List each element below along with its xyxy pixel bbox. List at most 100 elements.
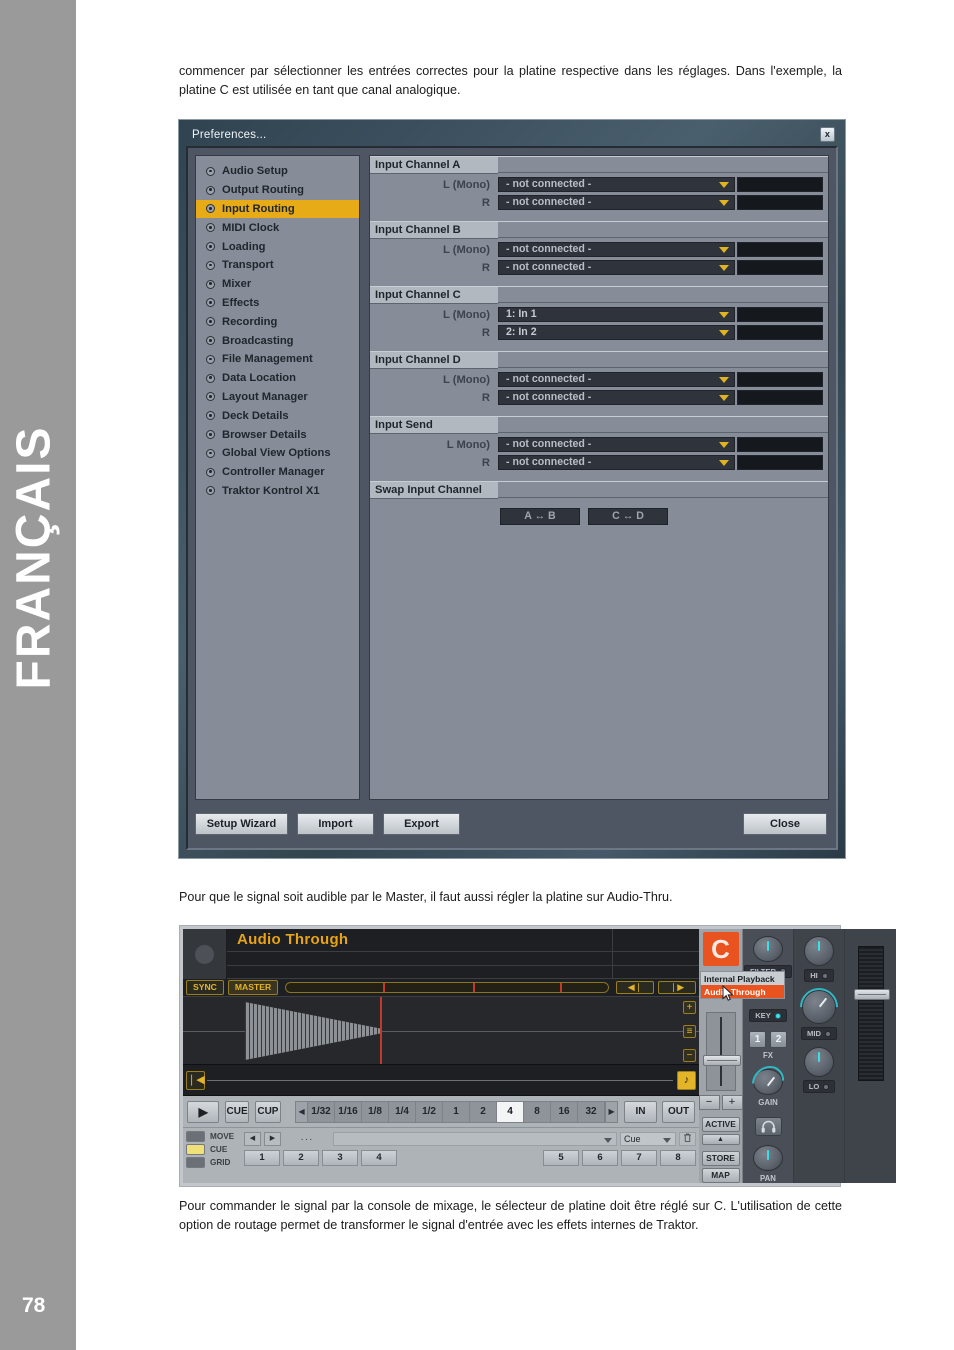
hotcue-prev-icon[interactable]: ◀: [244, 1132, 261, 1146]
hotcue-name-field[interactable]: [333, 1132, 617, 1146]
swap-cd-button[interactable]: C ↔ D: [588, 508, 668, 525]
loop-size-1-2[interactable]: 1/2: [416, 1100, 444, 1123]
sidebar-item-global-view-options[interactable]: Global View Options: [196, 444, 359, 463]
nudge-back-button[interactable]: ◀❘: [616, 981, 654, 994]
swap-ab-button[interactable]: A ↔ B: [500, 508, 580, 525]
move-toggle[interactable]: MOVE: [186, 1131, 244, 1142]
master-button[interactable]: MASTER: [227, 980, 279, 995]
cue-toggle[interactable]: CUE: [186, 1144, 244, 1155]
filter-knob[interactable]: [753, 936, 783, 962]
setup-wizard-button[interactable]: Setup Wizard: [195, 813, 288, 835]
active-button[interactable]: ACTIVE: [701, 1117, 740, 1132]
sidebar-item-recording[interactable]: Recording: [196, 312, 359, 331]
sidebar-item-output-routing[interactable]: Output Routing: [196, 181, 359, 200]
loop-size-1-8[interactable]: 1/8: [362, 1100, 390, 1123]
input-select-b-right[interactable]: - not connected -: [498, 260, 735, 275]
channel-fader-handle[interactable]: [853, 989, 890, 1000]
hotcue-pad-7[interactable]: 7: [621, 1150, 657, 1166]
lo-knob[interactable]: [804, 1047, 834, 1077]
sidebar-item-loading[interactable]: Loading: [196, 237, 359, 256]
loop-size-2[interactable]: 2: [470, 1100, 498, 1123]
loop-size-1-4[interactable]: 1/4: [389, 1100, 417, 1123]
sidebar-item-deck-details[interactable]: Deck Details: [196, 406, 359, 425]
beat-note-icon[interactable]: ♪: [677, 1071, 696, 1090]
grid-toggle[interactable]: GRID: [186, 1157, 244, 1168]
tempo-fader[interactable]: [702, 1012, 741, 1091]
input-select-send-right[interactable]: - not connected -: [498, 455, 735, 470]
store-button[interactable]: STORE: [701, 1151, 740, 1166]
headphone-cue-button[interactable]: [754, 1117, 782, 1137]
sidebar-item-broadcasting[interactable]: Broadcasting: [196, 331, 359, 350]
map-button[interactable]: MAP: [701, 1168, 740, 1183]
waveform-grid-icon[interactable]: ≡: [683, 1025, 696, 1038]
input-select-d-left[interactable]: - not connected -: [498, 372, 735, 387]
menu-item-audio-through[interactable]: Audio Through: [701, 985, 784, 998]
cue-button[interactable]: CUE: [225, 1100, 249, 1123]
deck-letter-selector[interactable]: C: [702, 932, 739, 966]
input-select-send-left[interactable]: - not connected -: [498, 437, 735, 452]
channel-fader[interactable]: [853, 946, 890, 1081]
hotcue-type-select[interactable]: Cue: [620, 1132, 676, 1146]
zoom-in-icon[interactable]: +: [683, 1001, 696, 1014]
tempo-fader-handle[interactable]: [702, 1055, 741, 1066]
sidebar-item-audio-setup[interactable]: Audio Setup: [196, 162, 359, 181]
loop-size-1-16[interactable]: 1/16: [335, 1100, 363, 1123]
loop-size-4[interactable]: 4: [497, 1100, 525, 1123]
input-select-d-right[interactable]: - not connected -: [498, 390, 735, 405]
sidebar-item-controller-manager[interactable]: Controller Manager: [196, 463, 359, 482]
hotcue-pad-2[interactable]: 2: [283, 1150, 319, 1166]
loop-next-icon[interactable]: ▶: [605, 1100, 619, 1123]
fx-pad-2[interactable]: 2: [770, 1031, 787, 1049]
loop-size-1[interactable]: 1: [443, 1100, 471, 1123]
loop-size-1-32[interactable]: 1/32: [308, 1100, 336, 1123]
loop-size-16[interactable]: 16: [551, 1100, 579, 1123]
close-icon[interactable]: x: [820, 127, 835, 142]
sidebar-item-effects[interactable]: Effects: [196, 294, 359, 313]
input-select-a-left[interactable]: - not connected -: [498, 177, 735, 192]
sidebar-item-midi-clock[interactable]: MIDI Clock: [196, 218, 359, 237]
track-overview[interactable]: ❘◀ ♪: [183, 1065, 699, 1096]
close-button[interactable]: Close: [743, 813, 827, 835]
sidebar-item-file-management[interactable]: File Management: [196, 350, 359, 369]
sidebar-item-transport[interactable]: Transport: [196, 256, 359, 275]
collapse-icon[interactable]: ▲: [701, 1134, 740, 1145]
hotcue-next-icon[interactable]: ▶: [264, 1132, 281, 1146]
tempo-plus-button[interactable]: +: [721, 1095, 743, 1110]
mid-knob[interactable]: [792, 980, 846, 1034]
loop-size-32[interactable]: 32: [578, 1100, 606, 1123]
hotcue-pad-5[interactable]: 5: [543, 1150, 579, 1166]
sync-button[interactable]: SYNC: [186, 980, 224, 995]
sidebar-item-browser-details[interactable]: Browser Details: [196, 425, 359, 444]
hotcue-pad-3[interactable]: 3: [322, 1150, 358, 1166]
waveform-display[interactable]: + ≡ −: [183, 997, 699, 1065]
sidebar-item-data-location[interactable]: Data Location: [196, 369, 359, 388]
input-select-b-left[interactable]: - not connected -: [498, 242, 735, 257]
loop-size-8[interactable]: 8: [524, 1100, 552, 1123]
sidebar-item-mixer[interactable]: Mixer: [196, 275, 359, 294]
nudge-forward-button[interactable]: ❘▶: [658, 981, 696, 994]
hotcue-pad-1[interactable]: 1: [244, 1150, 280, 1166]
cup-button[interactable]: CUP: [254, 1100, 282, 1123]
zoom-out-icon[interactable]: −: [683, 1049, 696, 1062]
play-button[interactable]: ▶: [187, 1100, 220, 1123]
tempo-minus-button[interactable]: −: [698, 1095, 720, 1110]
menu-item-internal-playback[interactable]: Internal Playback: [701, 972, 784, 985]
input-select-a-right[interactable]: - not connected -: [498, 195, 735, 210]
input-select-c-left[interactable]: 1: In 1: [498, 307, 735, 322]
loop-in-button[interactable]: IN: [624, 1100, 658, 1123]
fx-pad-1[interactable]: 1: [749, 1031, 766, 1049]
jump-to-start-icon[interactable]: ❘◀: [186, 1071, 205, 1090]
gain-knob[interactable]: [745, 1059, 791, 1105]
hotcue-pad-6[interactable]: 6: [582, 1150, 618, 1166]
hotcue-pad-4[interactable]: 4: [361, 1150, 397, 1166]
import-button[interactable]: Import: [297, 813, 374, 835]
loop-out-button[interactable]: OUT: [662, 1100, 696, 1123]
export-button[interactable]: Export: [383, 813, 460, 835]
pan-knob[interactable]: [753, 1145, 783, 1171]
loop-prev-icon[interactable]: ◀: [295, 1100, 309, 1123]
sidebar-item-traktor-kontrol-x1[interactable]: Traktor Kontrol X1: [196, 482, 359, 501]
sidebar-item-input-routing[interactable]: Input Routing: [196, 199, 359, 219]
trash-icon[interactable]: [679, 1132, 696, 1146]
sidebar-item-layout-manager[interactable]: Layout Manager: [196, 388, 359, 407]
hi-knob[interactable]: [804, 936, 834, 966]
